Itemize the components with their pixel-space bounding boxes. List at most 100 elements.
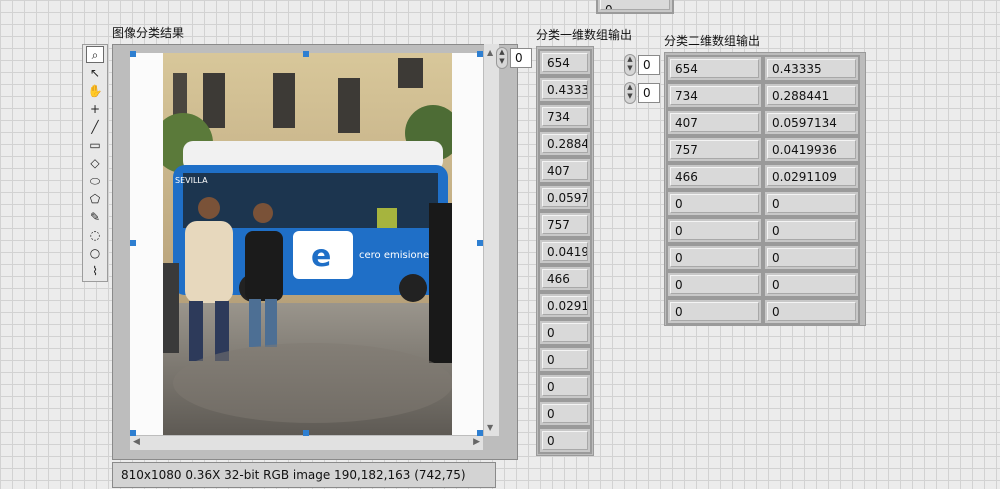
- array1d-element: 0.0597134: [538, 184, 592, 211]
- image-horizontal-scrollbar[interactable]: ◀ ▶: [130, 436, 483, 450]
- array2d-element-value: 0.0597134: [767, 113, 856, 132]
- point-tool-icon[interactable]: +: [86, 100, 104, 117]
- array2d-element-value: 0: [767, 221, 856, 240]
- freehand-tool-icon[interactable]: ✎: [86, 208, 104, 225]
- array1d-element-value: 0: [542, 404, 588, 423]
- array2d-element: 0.0419936: [763, 136, 860, 163]
- image-display-area[interactable]: e cero emisiones SEVILLA: [130, 53, 483, 435]
- array1d-index[interactable]: 0: [510, 48, 532, 68]
- pan-tool-icon[interactable]: ✋: [86, 82, 104, 99]
- array2d-element-value: 466: [670, 167, 759, 186]
- array1d-element-value: 654: [542, 53, 588, 72]
- array2d-element-value: 0: [767, 302, 856, 321]
- array2d-element-value: 0.0419936: [767, 140, 856, 159]
- handle-bl[interactable]: [130, 430, 136, 436]
- array2d-col-index[interactable]: 0: [638, 83, 660, 103]
- handle-tr[interactable]: [477, 51, 483, 57]
- array1d-element-value: 0.288441: [542, 134, 588, 153]
- tools-palette: ⌕ ↖ ✋ + ╱ ▭ ◇ ⬭ ⬠ ✎ ◌ ○ ⌇: [82, 44, 108, 282]
- array1d-element: 757: [538, 211, 592, 238]
- array1d-element-value: 0.43335: [542, 80, 588, 99]
- svg-text:e: e: [311, 239, 331, 274]
- handle-mr[interactable]: [477, 240, 483, 246]
- array2d-element-value: 0.43335: [767, 59, 856, 78]
- array1d-element-value: 0.0419936: [542, 242, 588, 261]
- top-indicator-value: 0: [600, 0, 670, 10]
- rectangle-tool-icon[interactable]: ▭: [86, 136, 104, 153]
- array1d-element: 0: [538, 427, 592, 454]
- array2d-element: 466: [666, 163, 763, 190]
- array2d-element: 0: [763, 271, 860, 298]
- broken-line-tool-icon[interactable]: ⌇: [86, 262, 104, 279]
- array1d-element-value: 466: [542, 269, 588, 288]
- array2d-element: 757: [666, 136, 763, 163]
- array1d-label: 分类一维数组输出: [536, 28, 633, 42]
- array1d-element-value: 757: [542, 215, 588, 234]
- pointer-tool-icon[interactable]: ↖: [86, 64, 104, 81]
- polygon-tool-icon[interactable]: ⬠: [86, 190, 104, 207]
- rotated-rect-tool-icon[interactable]: ◇: [86, 154, 104, 171]
- array2d-element-value: 0: [767, 248, 856, 267]
- array1d-element: 466: [538, 265, 592, 292]
- bus-text: cero emisiones: [359, 250, 434, 261]
- array1d-index-spinner[interactable]: ▲ ▼: [496, 47, 508, 69]
- handle-ml[interactable]: [130, 240, 136, 246]
- array2d-element: 407: [666, 109, 763, 136]
- array1d-element: 0.43335: [538, 76, 592, 103]
- array2d-element: 654: [666, 55, 763, 82]
- array2d-element-value: 757: [670, 140, 759, 159]
- array2d-element-value: 654: [670, 59, 759, 78]
- image-status-bar: 810x1080 0.36X 32-bit RGB image 190,182,…: [112, 462, 496, 488]
- array2d-element-value: 0: [670, 302, 759, 321]
- annulus-tool-icon[interactable]: ◌: [86, 226, 104, 243]
- array2d-col-spinner[interactable]: ▲ ▼: [624, 82, 636, 104]
- array1d-element-value: 0.0597134: [542, 188, 588, 207]
- array1d-element: 407: [538, 157, 592, 184]
- handle-tc[interactable]: [303, 51, 309, 57]
- array2d-element-value: 0.0291109: [767, 167, 856, 186]
- array1d-element: 0: [538, 400, 592, 427]
- image-display-label: 图像分类结果: [112, 26, 185, 40]
- array1d-element-value: 0: [542, 431, 588, 450]
- circle-tool-icon[interactable]: ○: [86, 244, 104, 261]
- array2d-element: 734: [666, 82, 763, 109]
- array2d-row-spinner[interactable]: ▲ ▼: [624, 54, 636, 76]
- person-2: [245, 231, 283, 301]
- street-scene-photo: e cero emisiones SEVILLA: [163, 53, 452, 435]
- array2d-element: 0: [763, 217, 860, 244]
- array2d-element-value: 0: [670, 275, 759, 294]
- array2d-element: 0.0291109: [763, 163, 860, 190]
- array2d-element: 0: [666, 271, 763, 298]
- image-vertical-scrollbar[interactable]: ▲ ▼: [484, 44, 499, 436]
- oval-tool-icon[interactable]: ⬭: [86, 172, 104, 189]
- array2d-element-value: 407: [670, 113, 759, 132]
- array1d-element-value: 734: [542, 107, 588, 126]
- handle-br[interactable]: [477, 430, 483, 436]
- array2d-element: 0.43335: [763, 55, 860, 82]
- array2d-element: 0: [666, 190, 763, 217]
- array2d-element: 0: [666, 244, 763, 271]
- array2d-element: 0.288441: [763, 82, 860, 109]
- handle-tl[interactable]: [130, 51, 136, 57]
- array1d-element-value: 407: [542, 161, 588, 180]
- array2d-row-index[interactable]: 0: [638, 55, 660, 75]
- array2d-element: 0: [763, 244, 860, 271]
- line-tool-icon[interactable]: ╱: [86, 118, 104, 135]
- array1d-element-value: 0: [542, 377, 588, 396]
- top-indicator: 0: [596, 0, 674, 14]
- handle-bc[interactable]: [303, 430, 309, 436]
- array1d-element-value: 0: [542, 323, 588, 342]
- array2d-element-value: 0.288441: [767, 86, 856, 105]
- array2d-element-value: 0: [767, 275, 856, 294]
- zoom-tool-icon[interactable]: ⌕: [86, 46, 104, 63]
- array1d-element-value: 0.0291109: [542, 296, 588, 315]
- array1d-element: 734: [538, 103, 592, 130]
- array2d-element-value: 0: [670, 248, 759, 267]
- array2d-element-value: 0: [670, 221, 759, 240]
- array1d-element: 0.288441: [538, 130, 592, 157]
- array2d-element-value: 0: [767, 194, 856, 213]
- array2d-element: 0: [763, 190, 860, 217]
- array1d-element: 0: [538, 346, 592, 373]
- array2d-element: 0.0597134: [763, 109, 860, 136]
- array1d-element-value: 0: [542, 350, 588, 369]
